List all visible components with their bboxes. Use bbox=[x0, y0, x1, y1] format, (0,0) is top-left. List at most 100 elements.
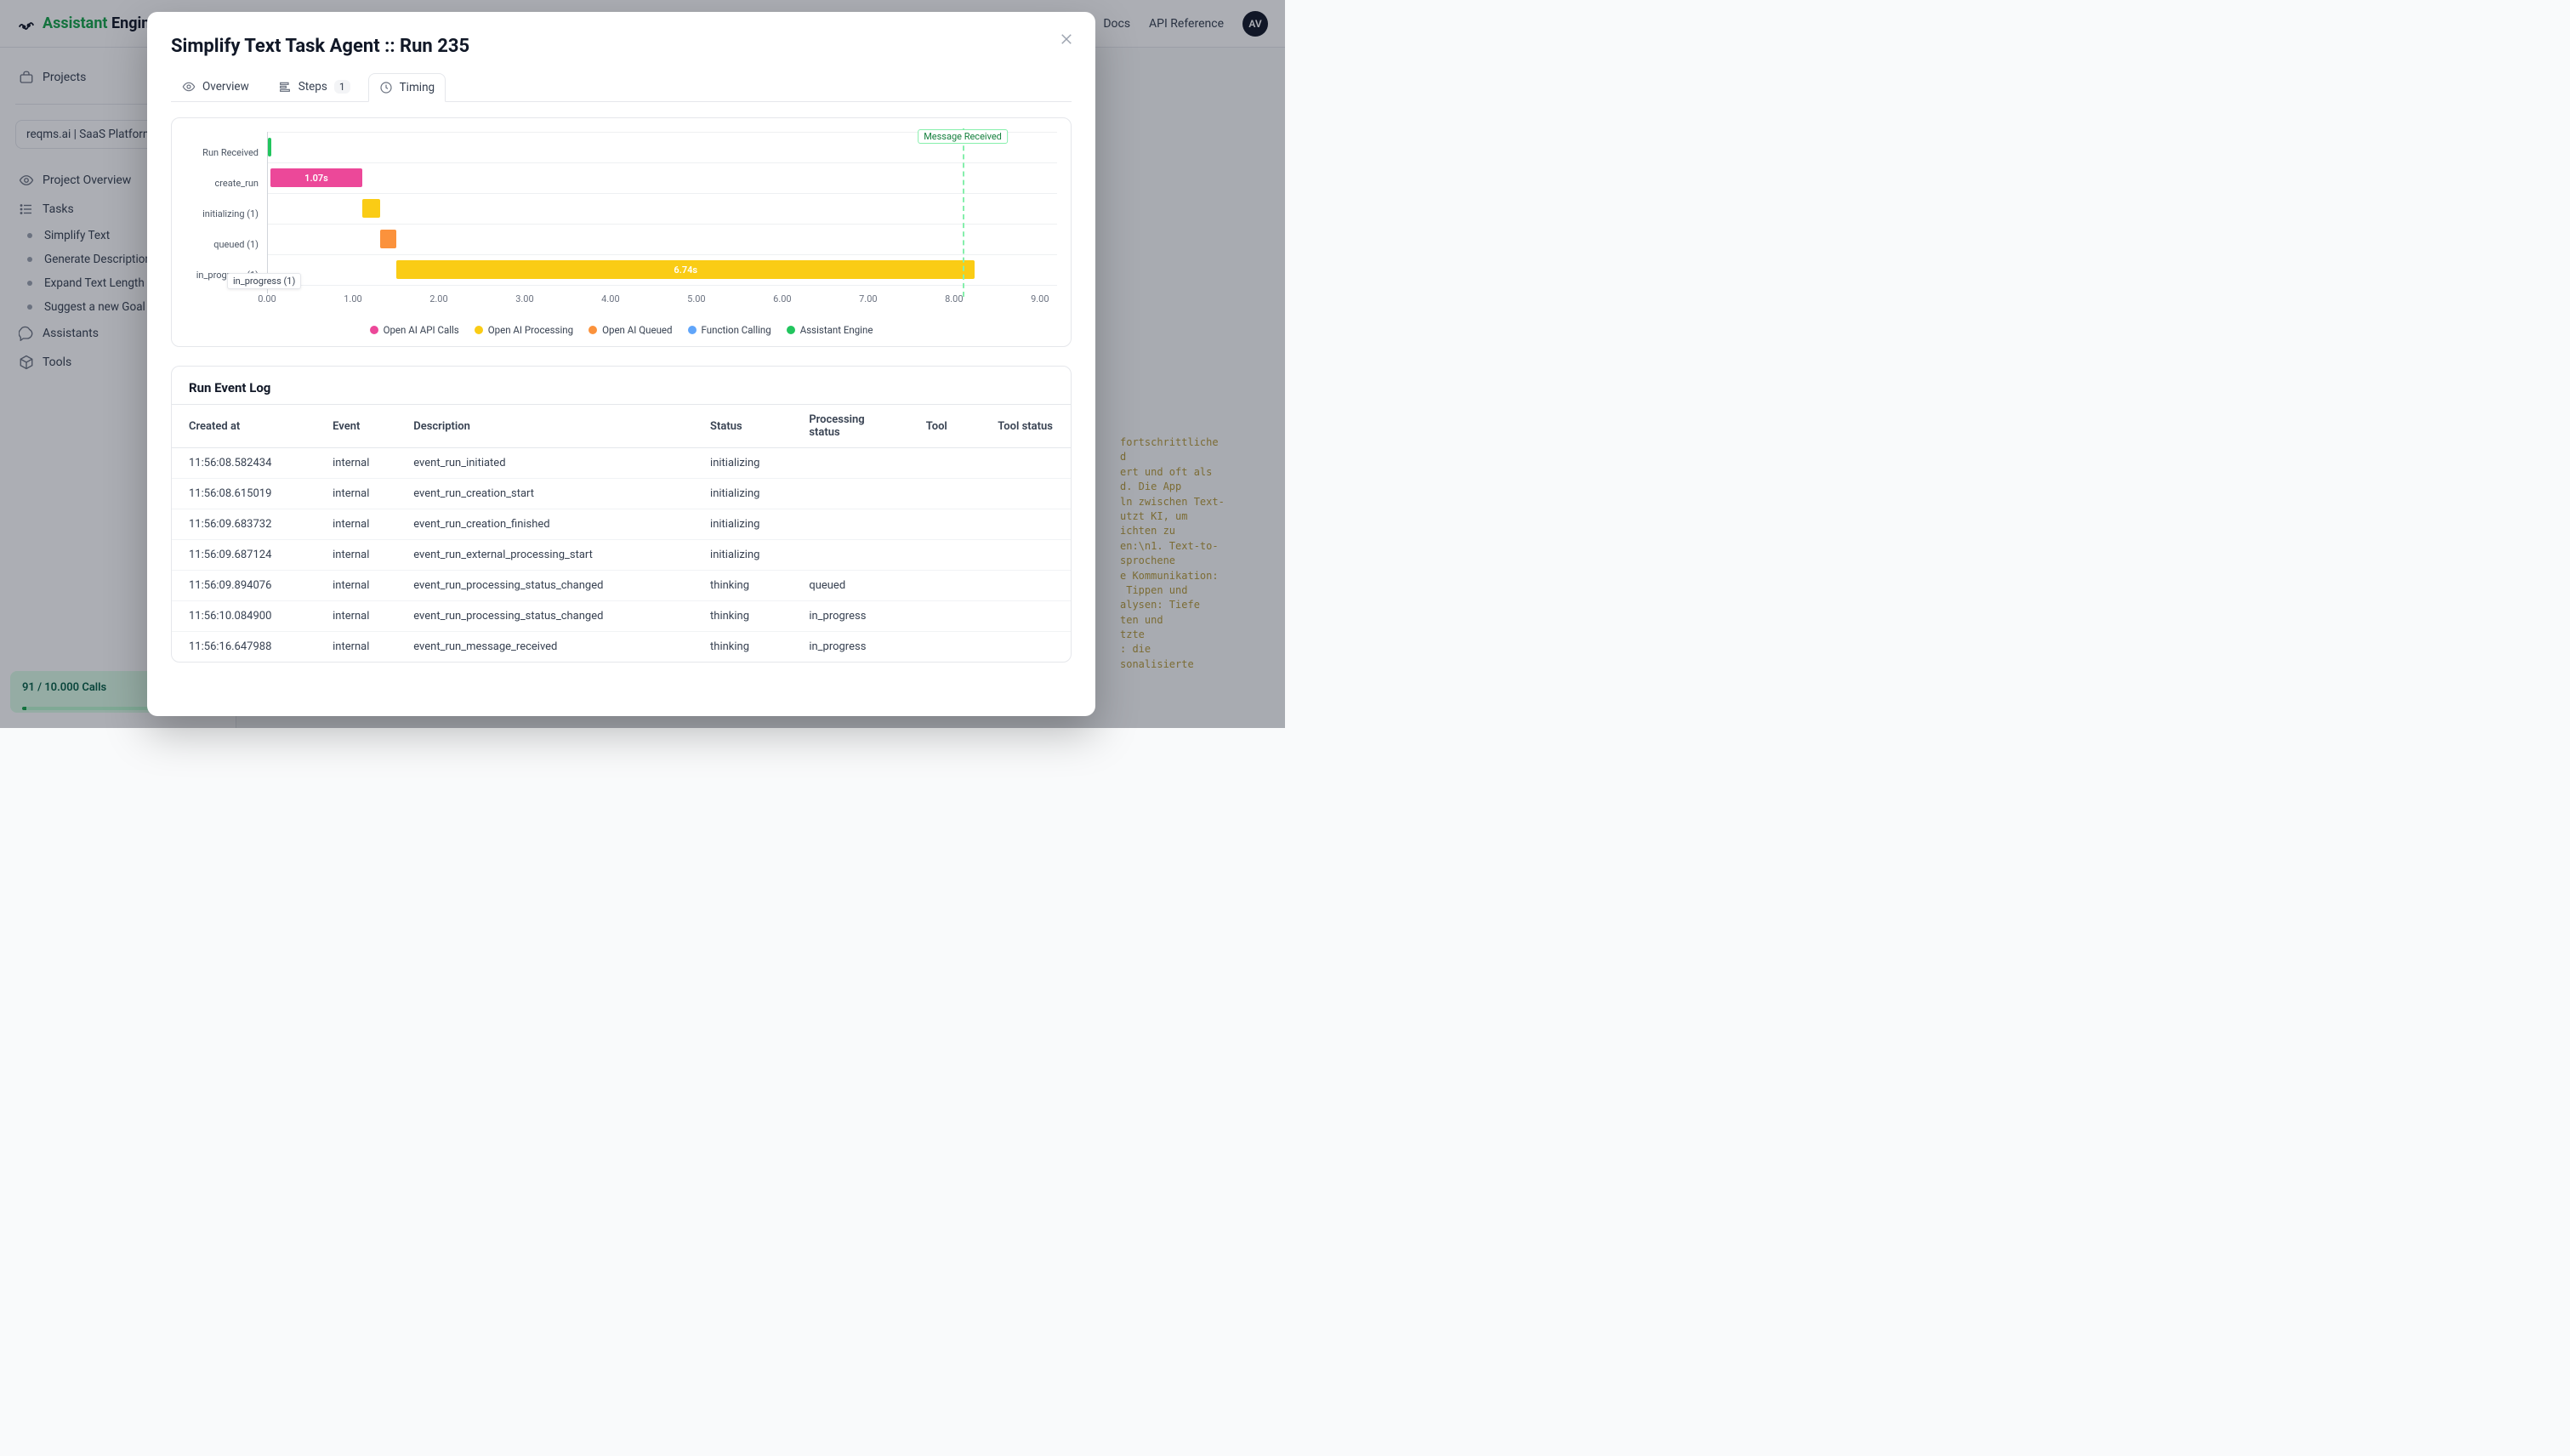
tab-timing[interactable]: Timing bbox=[368, 73, 446, 102]
table-cell: initializing bbox=[693, 509, 792, 540]
table-cell: internal bbox=[316, 540, 396, 571]
chart-tooltip: in_progress (1) bbox=[227, 273, 301, 289]
chart-bar[interactable] bbox=[268, 138, 271, 156]
chart-x-tick: 3.00 bbox=[515, 293, 533, 304]
table-cell: initializing bbox=[693, 448, 792, 479]
event-log-title: Run Event Log bbox=[172, 367, 1071, 404]
table-cell: thinking bbox=[693, 632, 792, 663]
table-cell: event_run_processing_status_changed bbox=[396, 571, 693, 601]
table-header-cell: Created at bbox=[172, 405, 316, 448]
chart-x-tick: 2.00 bbox=[429, 293, 447, 304]
legend-label: Assistant Engine bbox=[800, 324, 873, 336]
table-cell: queued bbox=[792, 571, 908, 601]
table-cell bbox=[792, 540, 908, 571]
chart-y-label: queued (1) bbox=[185, 229, 259, 259]
table-cell: in_progress bbox=[792, 632, 908, 663]
chart-marker-label: Message Received bbox=[918, 129, 1008, 144]
legend-item: Open AI Queued bbox=[588, 324, 672, 336]
timing-chart-panel: Run Receivedcreate_runinitializing (1)qu… bbox=[171, 117, 1072, 347]
legend-label: Open AI Queued bbox=[602, 324, 672, 336]
tab-label: Timing bbox=[400, 81, 435, 94]
table-cell bbox=[981, 479, 1071, 509]
legend-swatch-icon bbox=[688, 326, 697, 334]
table-row[interactable]: 11:56:16.647988internalevent_run_message… bbox=[172, 632, 1071, 663]
legend-label: Open AI Processing bbox=[488, 324, 573, 336]
chart-y-label: initializing (1) bbox=[185, 198, 259, 229]
table-cell: 11:56:09.894076 bbox=[172, 571, 316, 601]
legend-swatch-icon bbox=[475, 326, 483, 334]
table-cell: event_run_message_received bbox=[396, 632, 693, 663]
chart-bar[interactable]: 1.07s bbox=[270, 168, 362, 187]
chart-x-axis: 0.001.002.003.004.005.006.007.008.009.00 bbox=[267, 293, 1057, 307]
eye-icon bbox=[182, 80, 196, 94]
table-header-cell: Tool bbox=[909, 405, 981, 448]
legend-swatch-icon bbox=[787, 326, 795, 334]
legend-item: Function Calling bbox=[688, 324, 771, 336]
table-cell: internal bbox=[316, 571, 396, 601]
table-row[interactable]: 11:56:08.615019internalevent_run_creatio… bbox=[172, 479, 1071, 509]
event-log-panel: Run Event Log Created atEventDescription… bbox=[171, 366, 1072, 663]
chart-bar[interactable] bbox=[362, 199, 380, 218]
table-cell bbox=[792, 509, 908, 540]
table-row[interactable]: 11:56:09.894076internalevent_run_process… bbox=[172, 571, 1071, 601]
chart-bar[interactable]: 6.74s bbox=[396, 260, 975, 279]
run-modal: Simplify Text Task Agent :: Run 235 Over… bbox=[147, 12, 1095, 716]
table-cell: 11:56:09.683732 bbox=[172, 509, 316, 540]
table-cell: event_run_external_processing_start bbox=[396, 540, 693, 571]
steps-icon bbox=[278, 80, 292, 94]
tab-label: Overview bbox=[202, 80, 249, 94]
legend-item: Open AI Processing bbox=[475, 324, 573, 336]
table-cell: in_progress bbox=[792, 601, 908, 632]
table-cell: initializing bbox=[693, 540, 792, 571]
chart-y-label: Run Received bbox=[185, 137, 259, 168]
table-header-cell: Description bbox=[396, 405, 693, 448]
timing-chart: 1.07s6.74sMessage Receivedin_progress (1… bbox=[267, 132, 1057, 319]
table-row[interactable]: 11:56:09.683732internalevent_run_creatio… bbox=[172, 509, 1071, 540]
chart-y-label: create_run bbox=[185, 168, 259, 198]
legend-item: Open AI API Calls bbox=[370, 324, 459, 336]
table-cell: thinking bbox=[693, 601, 792, 632]
table-header-cell: Event bbox=[316, 405, 396, 448]
chart-x-tick: 7.00 bbox=[859, 293, 877, 304]
table-row[interactable]: 11:56:08.582434internalevent_run_initiat… bbox=[172, 448, 1071, 479]
steps-count-badge: 1 bbox=[334, 80, 350, 94]
table-cell: event_run_creation_start bbox=[396, 479, 693, 509]
table-row[interactable]: 11:56:09.687124internalevent_run_externa… bbox=[172, 540, 1071, 571]
table-cell bbox=[909, 540, 981, 571]
table-cell: thinking bbox=[693, 571, 792, 601]
table-cell bbox=[981, 540, 1071, 571]
table-cell: internal bbox=[316, 601, 396, 632]
chart-y-labels: Run Receivedcreate_runinitializing (1)qu… bbox=[185, 132, 259, 319]
table-cell: 11:56:08.615019 bbox=[172, 479, 316, 509]
chart-bar[interactable] bbox=[380, 230, 396, 248]
table-cell bbox=[981, 509, 1071, 540]
legend-item: Assistant Engine bbox=[787, 324, 873, 336]
chart-x-tick: 5.00 bbox=[687, 293, 705, 304]
table-cell bbox=[981, 571, 1071, 601]
table-header-cell: Processing status bbox=[792, 405, 908, 448]
modal-title: Simplify Text Task Agent :: Run 235 bbox=[171, 36, 1072, 57]
table-cell bbox=[909, 509, 981, 540]
chart-marker-line bbox=[963, 128, 964, 297]
chart-x-tick: 4.00 bbox=[601, 293, 619, 304]
table-cell: 11:56:08.582434 bbox=[172, 448, 316, 479]
table-cell bbox=[792, 448, 908, 479]
table-cell: internal bbox=[316, 448, 396, 479]
table-cell bbox=[981, 601, 1071, 632]
chart-x-tick: 0.00 bbox=[258, 293, 276, 304]
table-cell bbox=[909, 571, 981, 601]
legend-swatch-icon bbox=[370, 326, 378, 334]
chart-x-tick: 9.00 bbox=[1031, 293, 1049, 304]
tab-overview[interactable]: Overview bbox=[171, 72, 260, 101]
table-cell: internal bbox=[316, 632, 396, 663]
table-row[interactable]: 11:56:10.084900internalevent_run_process… bbox=[172, 601, 1071, 632]
table-cell: internal bbox=[316, 509, 396, 540]
tab-steps[interactable]: Steps 1 bbox=[267, 72, 361, 101]
close-button[interactable] bbox=[1055, 27, 1078, 51]
table-cell: 11:56:09.687124 bbox=[172, 540, 316, 571]
table-cell: internal bbox=[316, 479, 396, 509]
table-cell bbox=[981, 632, 1071, 663]
table-cell bbox=[792, 479, 908, 509]
clock-icon bbox=[379, 81, 393, 94]
table-header-row: Created atEventDescriptionStatusProcessi… bbox=[172, 405, 1071, 448]
